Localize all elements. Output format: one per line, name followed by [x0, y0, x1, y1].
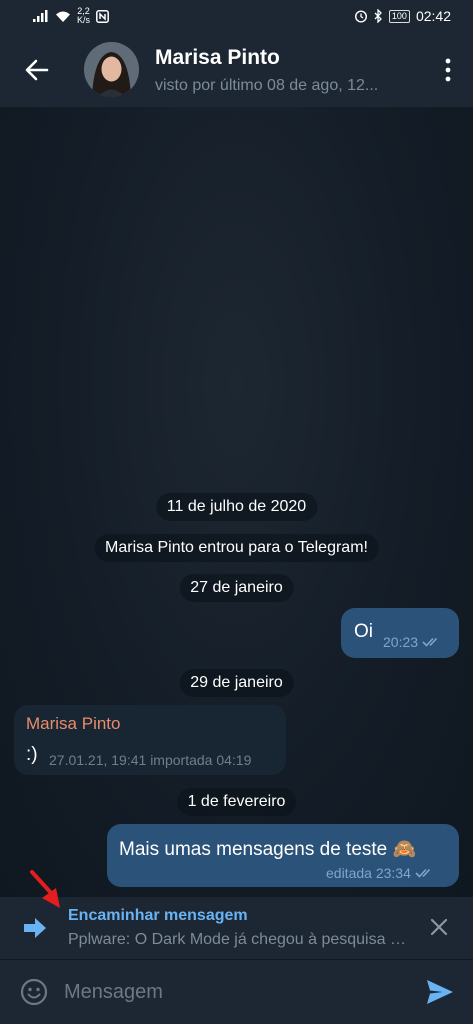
forward-icon — [24, 918, 46, 938]
message-text: Oi — [354, 621, 373, 642]
nfc-icon — [96, 9, 109, 23]
emoji-icon[interactable] — [19, 977, 49, 1007]
join-notice: Marisa Pinto entrou para o Telegram! — [94, 534, 379, 562]
message-time: 20:23 — [383, 634, 419, 650]
signal-icon — [33, 10, 48, 22]
incoming-message[interactable]: Marisa Pinto :) 27.01.21, 19:41 importad… — [14, 705, 286, 775]
chat-header: Marisa Pinto visto por último 08 de ago,… — [0, 33, 473, 107]
message-sender[interactable]: Marisa Pinto — [26, 714, 120, 734]
message-text: Mais umas mensagens de teste 🙈 — [119, 839, 417, 860]
back-arrow-icon[interactable] — [22, 55, 52, 85]
message-meta: 20:23 — [383, 634, 442, 650]
date-separator: 27 de janeiro — [179, 574, 294, 602]
status-right: 100 02:42 — [354, 8, 451, 24]
bluetooth-icon — [374, 9, 382, 23]
date-separator: 29 de janeiro — [179, 669, 294, 697]
battery-indicator: 100 — [388, 9, 410, 23]
network-speed: 2,2 K/s — [77, 6, 91, 25]
forward-title: Encaminhar mensagem — [68, 907, 248, 924]
chat-area: 11 de julho de 2020 Marisa Pinto entrou … — [0, 107, 473, 897]
wifi-icon — [56, 11, 70, 22]
message-edited-time: editada 23:34 — [326, 865, 411, 881]
avatar-photo — [84, 42, 139, 97]
alarm-icon — [354, 10, 367, 23]
clock: 02:42 — [415, 8, 451, 24]
double-check-icon — [415, 868, 430, 878]
red-annotation-arrow-icon — [30, 870, 60, 908]
date-separator: 11 de julho de 2020 — [155, 493, 318, 521]
forward-preview-bar[interactable]: Encaminhar mensagem Pplware: O Dark Mode… — [0, 897, 473, 960]
forward-preview-text: Pplware: O Dark Mode já chegou à pesquis… — [68, 931, 408, 948]
outgoing-message[interactable]: Mais umas mensagens de teste 🙈 editada 2… — [107, 824, 459, 887]
more-vert-icon[interactable] — [443, 56, 453, 84]
double-check-icon — [422, 637, 438, 647]
last-seen-status: visto por último 08 de ago, 12... — [155, 77, 379, 94]
date-separator: 1 de fevereiro — [176, 788, 297, 816]
send-icon[interactable] — [425, 978, 455, 1006]
status-left: 2,2 K/s — [33, 7, 109, 25]
status-bar: 2,2 K/s 100 02:42 — [0, 0, 473, 33]
message-composer — [0, 960, 473, 1024]
outgoing-message[interactable]: Oi 20:23 — [341, 608, 459, 658]
avatar[interactable] — [84, 42, 139, 97]
message-input[interactable] — [64, 978, 404, 1006]
message-meta: editada 23:34 — [326, 865, 435, 881]
message-meta: 27.01.21, 19:41 importada 04:19 — [49, 752, 252, 768]
close-icon[interactable] — [429, 917, 449, 937]
contact-name[interactable]: Marisa Pinto — [155, 46, 280, 70]
message-text: :) — [26, 744, 38, 765]
